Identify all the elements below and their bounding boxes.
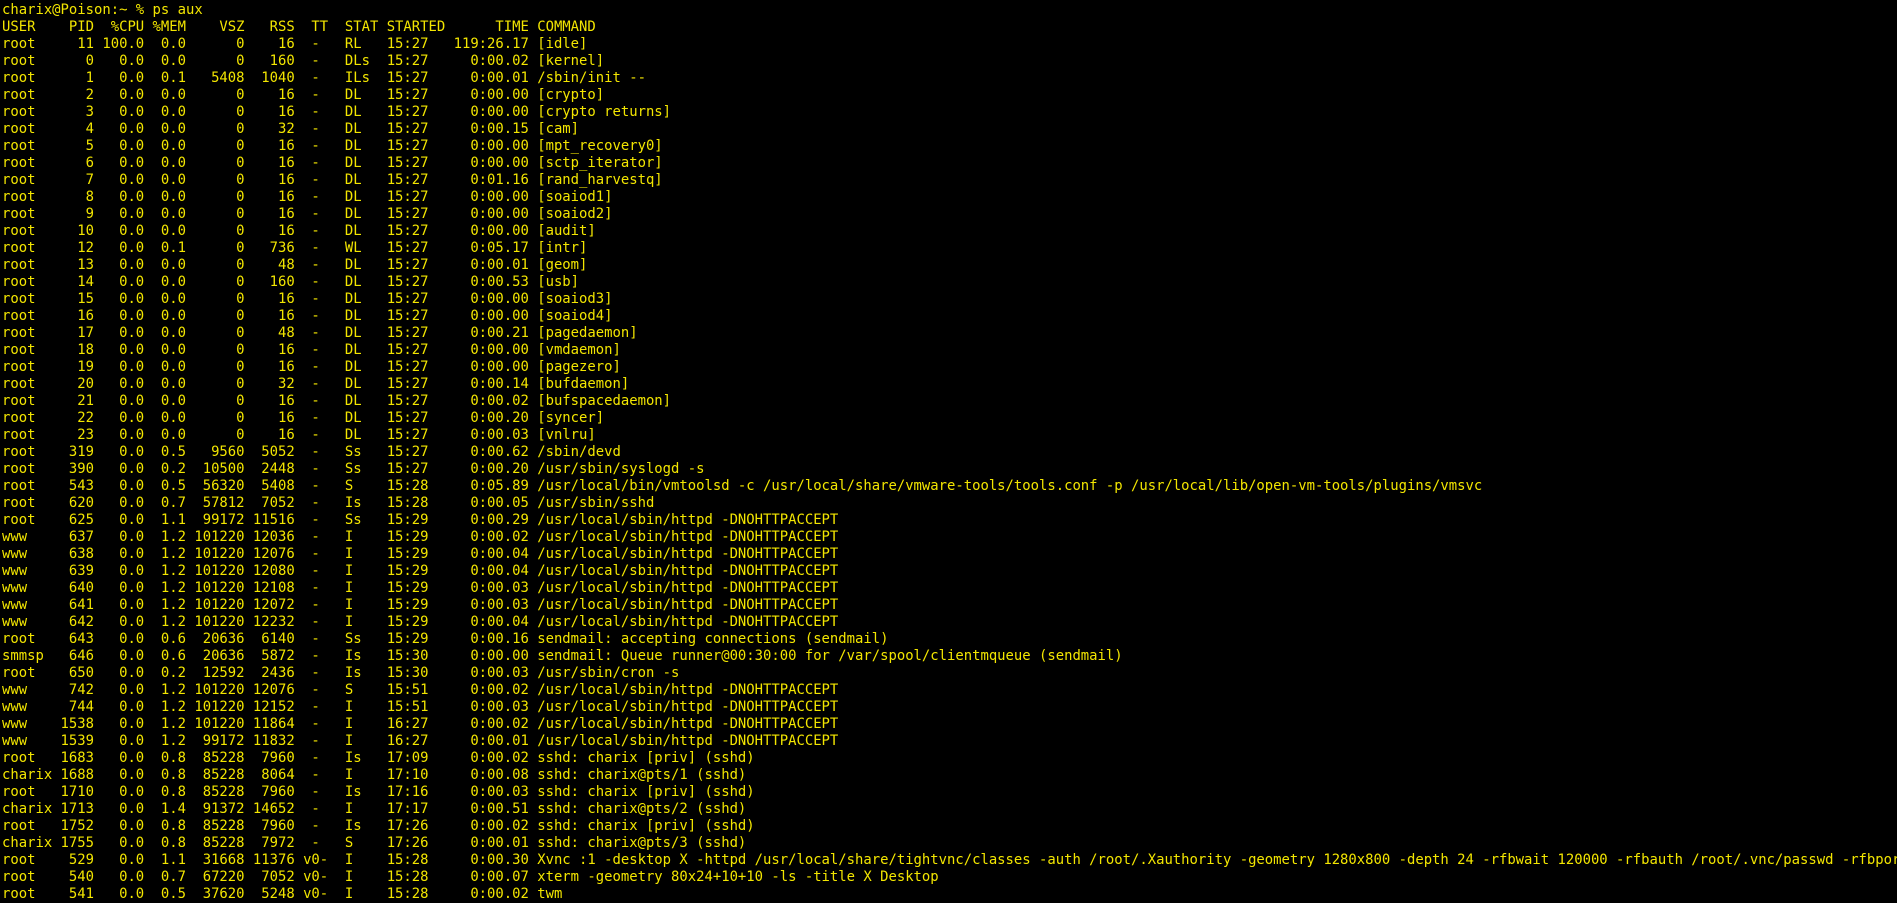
process-row: www 640 0.0 1.2 101220 12108 - I 15:29 0… (2, 580, 839, 596)
process-row: smmsp 646 0.0 0.6 20636 5872 - Is 15:30 … (2, 648, 1123, 664)
process-row: root 15 0.0 0.0 0 16 - DL 15:27 0:00.00 … (2, 291, 613, 307)
process-row: root 16 0.0 0.0 0 16 - DL 15:27 0:00.00 … (2, 308, 613, 324)
process-row: www 639 0.0 1.2 101220 12080 - I 15:29 0… (2, 563, 839, 579)
process-row: charix 1755 0.0 0.8 85228 7972 - S 17:26… (2, 835, 747, 851)
process-row: root 4 0.0 0.0 0 32 - DL 15:27 0:00.15 [… (2, 121, 580, 137)
process-row: root 11 100.0 0.0 0 16 - RL 15:27 119:26… (2, 36, 588, 52)
process-row: www 642 0.0 1.2 101220 12232 - I 15:29 0… (2, 614, 839, 630)
process-row: www 1539 0.0 1.2 99172 11832 - I 16:27 0… (2, 733, 839, 749)
process-row: root 543 0.0 0.5 56320 5408 - S 15:28 0:… (2, 478, 1483, 494)
process-row: www 744 0.0 1.2 101220 12152 - I 15:51 0… (2, 699, 839, 715)
process-row: www 742 0.0 1.2 101220 12076 - S 15:51 0… (2, 682, 839, 698)
process-row: root 9 0.0 0.0 0 16 - DL 15:27 0:00.00 [… (2, 206, 613, 222)
process-row: root 21 0.0 0.0 0 16 - DL 15:27 0:00.02 … (2, 393, 672, 409)
process-row: root 643 0.0 0.6 20636 6140 - Ss 15:29 0… (2, 631, 889, 647)
process-row: root 20 0.0 0.0 0 32 - DL 15:27 0:00.14 … (2, 376, 630, 392)
process-row: root 650 0.0 0.2 12592 2436 - Is 15:30 0… (2, 665, 680, 681)
shell-prompt-line: charix@Poison:~ % ps aux (2, 2, 203, 18)
process-row: root 319 0.0 0.5 9560 5052 - Ss 15:27 0:… (2, 444, 621, 460)
process-row: root 12 0.0 0.1 0 736 - WL 15:27 0:05.17… (2, 240, 588, 256)
process-row: www 638 0.0 1.2 101220 12076 - I 15:29 0… (2, 546, 839, 562)
process-row: www 1538 0.0 1.2 101220 11864 - I 16:27 … (2, 716, 839, 732)
process-row: root 0 0.0 0.0 0 160 - DLs 15:27 0:00.02… (2, 53, 605, 69)
process-row: root 541 0.0 0.5 37620 5248 v0- I 15:28 … (2, 886, 563, 902)
process-row: root 390 0.0 0.2 10500 2448 - Ss 15:27 0… (2, 461, 705, 477)
process-row: root 13 0.0 0.0 0 48 - DL 15:27 0:00.01 … (2, 257, 588, 273)
process-row: charix 1688 0.0 0.8 85228 8064 - I 17:10… (2, 767, 747, 783)
process-row: root 620 0.0 0.7 57812 7052 - Is 15:28 0… (2, 495, 655, 511)
process-row: root 2 0.0 0.0 0 16 - DL 15:27 0:00.00 [… (2, 87, 605, 103)
process-row: root 8 0.0 0.0 0 16 - DL 15:27 0:00.00 [… (2, 189, 613, 205)
process-row: root 6 0.0 0.0 0 16 - DL 15:27 0:00.00 [… (2, 155, 663, 171)
process-row: root 17 0.0 0.0 0 48 - DL 15:27 0:00.21 … (2, 325, 638, 341)
process-row: root 1752 0.0 0.8 85228 7960 - Is 17:26 … (2, 818, 755, 834)
process-row: root 14 0.0 0.0 0 160 - DL 15:27 0:00.53… (2, 274, 580, 290)
process-row: root 1 0.0 0.1 5408 1040 - ILs 15:27 0:0… (2, 70, 646, 86)
process-row: www 641 0.0 1.2 101220 12072 - I 15:29 0… (2, 597, 839, 613)
process-row: root 5 0.0 0.0 0 16 - DL 15:27 0:00.00 [… (2, 138, 663, 154)
process-row: root 19 0.0 0.0 0 16 - DL 15:27 0:00.00 … (2, 359, 621, 375)
terminal-window[interactable]: charix@Poison:~ % ps aux USER PID %CPU %M… (0, 0, 1897, 903)
process-row: root 625 0.0 1.1 99172 11516 - Ss 15:29 … (2, 512, 839, 528)
process-row: root 540 0.0 0.7 67220 7052 v0- I 15:28 … (2, 869, 939, 885)
process-row: root 10 0.0 0.0 0 16 - DL 15:27 0:00.00 … (2, 223, 596, 239)
process-row: root 529 0.0 1.1 31668 11376 v0- I 15:28… (2, 852, 1897, 868)
process-row: root 18 0.0 0.0 0 16 - DL 15:27 0:00.00 … (2, 342, 621, 358)
process-row: root 1710 0.0 0.8 85228 7960 - Is 17:16 … (2, 784, 755, 800)
process-row: root 3 0.0 0.0 0 16 - DL 15:27 0:00.00 [… (2, 104, 672, 120)
process-row: root 22 0.0 0.0 0 16 - DL 15:27 0:00.20 … (2, 410, 605, 426)
process-row: charix 1713 0.0 1.4 91372 14652 - I 17:1… (2, 801, 747, 817)
ps-header-line: USER PID %CPU %MEM VSZ RSS TT STAT START… (2, 19, 596, 35)
process-row: root 7 0.0 0.0 0 16 - DL 15:27 0:01.16 [… (2, 172, 663, 188)
process-row: www 637 0.0 1.2 101220 12036 - I 15:29 0… (2, 529, 839, 545)
process-row: root 1683 0.0 0.8 85228 7960 - Is 17:09 … (2, 750, 755, 766)
process-row: root 23 0.0 0.0 0 16 - DL 15:27 0:00.03 … (2, 427, 596, 443)
